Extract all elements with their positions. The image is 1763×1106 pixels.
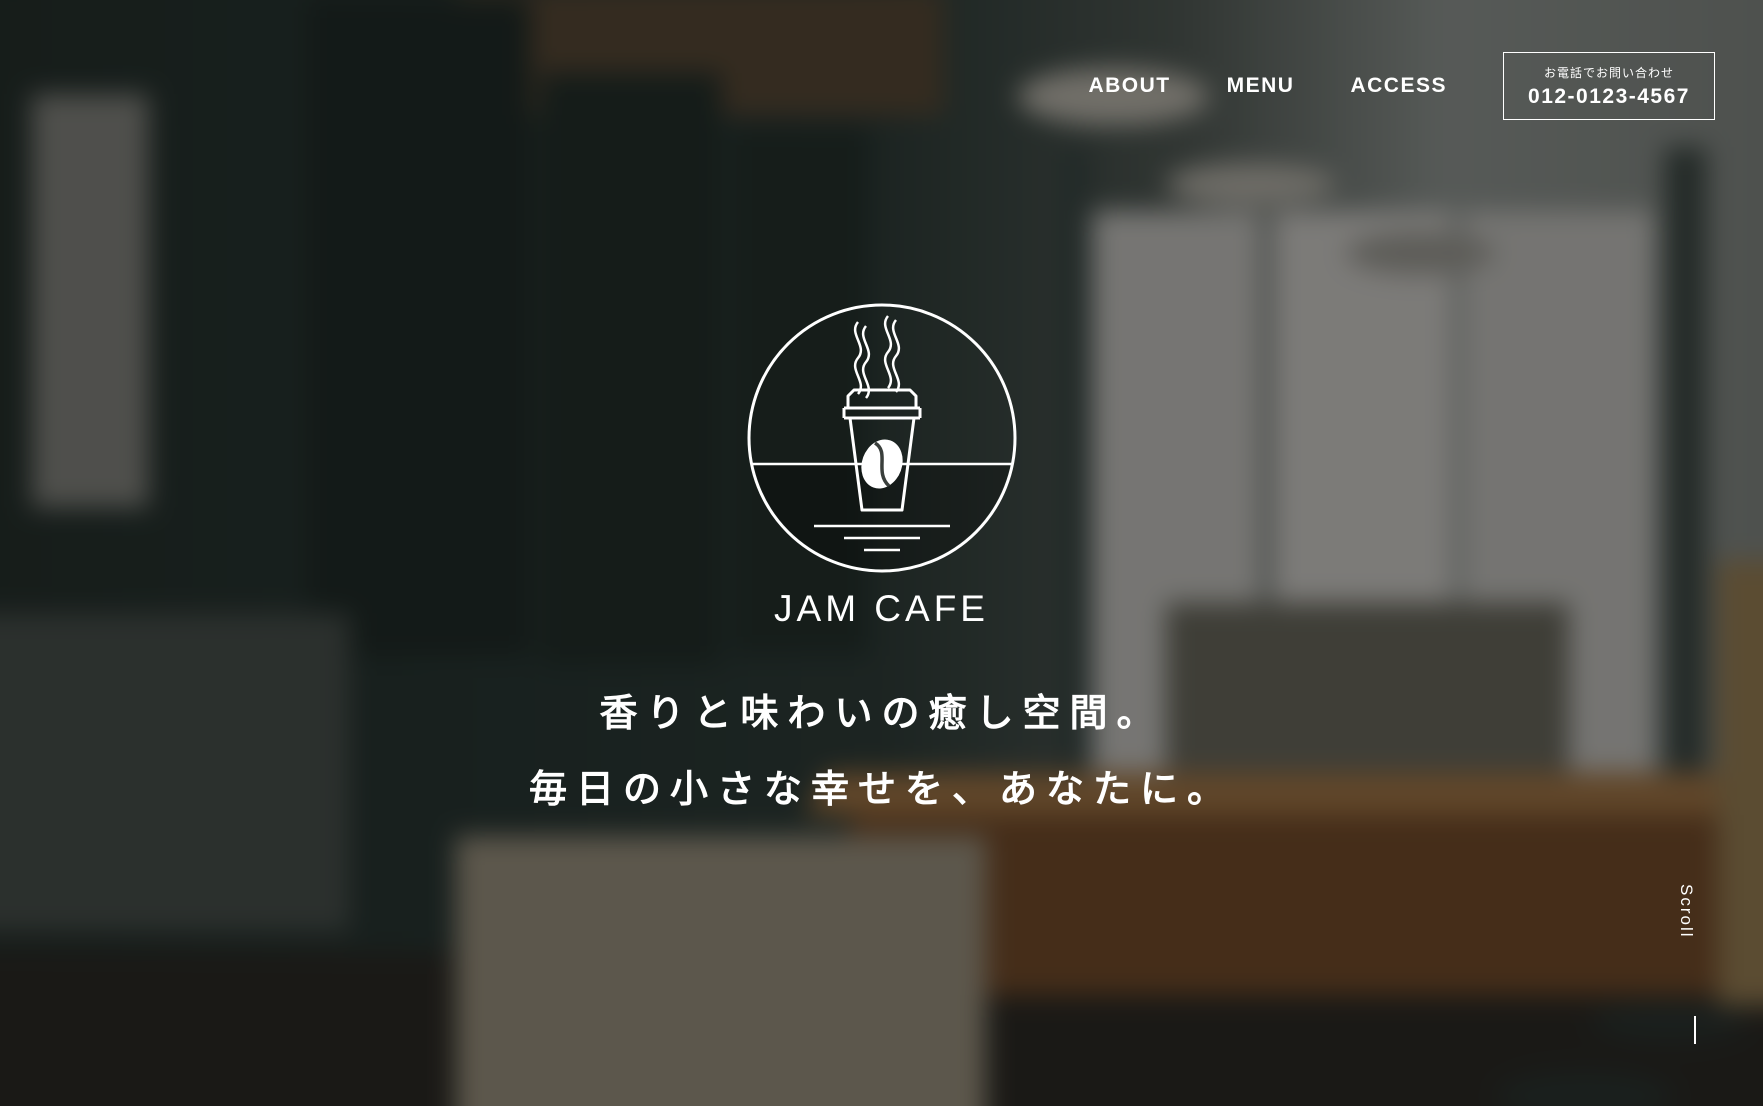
nav-access[interactable]: ACCESS	[1350, 74, 1447, 98]
hero-tagline-line2: 毎日の小さな幸せを、あなたに。	[528, 767, 1234, 811]
phone-contact-label: お電話でお問い合わせ	[1543, 65, 1674, 80]
hero-section: ABOUT MENU ACCESS お電話でお問い合わせ 012-0123-45…	[0, 0, 1763, 1106]
coffee-cup-icon	[747, 303, 1017, 573]
main-nav: ABOUT MENU ACCESS	[1088, 74, 1447, 98]
nav-about[interactable]: ABOUT	[1088, 74, 1170, 98]
hero-tagline-line1: 香りと味わいの癒し空間。	[599, 691, 1164, 735]
scroll-indicator[interactable]: Scroll	[1676, 884, 1696, 939]
nav-menu[interactable]: MENU	[1227, 74, 1295, 98]
scroll-line	[1694, 1016, 1696, 1044]
site-header: ABOUT MENU ACCESS お電話でお問い合わせ 012-0123-45…	[1088, 52, 1715, 120]
phone-contact-button[interactable]: お電話でお問い合わせ 012-0123-4567	[1503, 52, 1715, 120]
phone-number: 012-0123-4567	[1528, 84, 1690, 108]
brand-name: JAM CAFE	[774, 588, 989, 629]
